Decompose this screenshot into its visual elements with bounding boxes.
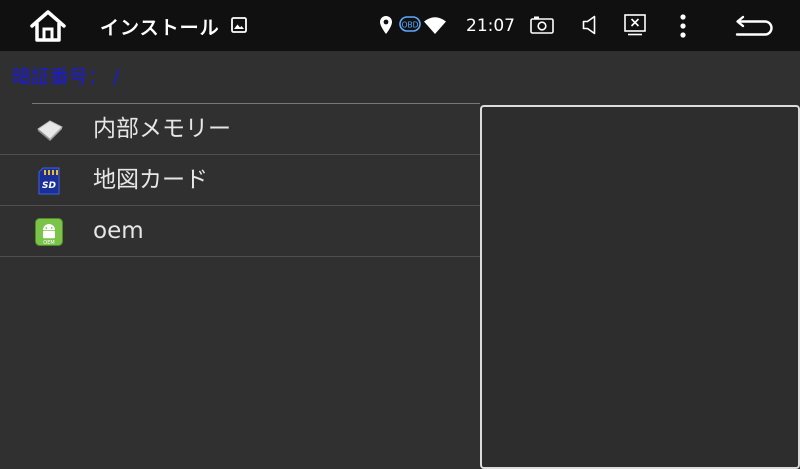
home-icon — [30, 10, 66, 42]
back-arrow-icon — [735, 15, 773, 36]
list-item-label: oem — [93, 218, 144, 244]
internal-memory-icon — [34, 115, 64, 145]
list-item-map-card[interactable]: SD 地図カード — [0, 155, 480, 206]
camera-icon — [530, 16, 554, 34]
screen-off-button[interactable] — [623, 13, 647, 37]
camera-button[interactable] — [529, 14, 555, 36]
sd-card-label: SD — [42, 181, 56, 191]
location-status — [379, 15, 393, 35]
sd-card-icon: SD — [34, 166, 64, 196]
path-label: 暗証番号： / — [12, 66, 120, 88]
android-oem-icon: OEM — [34, 217, 64, 247]
list-item-label: 内部メモリー — [93, 116, 231, 142]
more-vert-icon — [680, 14, 686, 38]
location-pin-icon — [380, 16, 392, 34]
list-item-label: 地図カード — [93, 167, 208, 193]
screen-off-icon — [624, 14, 646, 36]
app-title: インストール — [100, 16, 220, 39]
obd-icon: OBD — [399, 16, 421, 32]
volume-icon — [582, 15, 596, 35]
overflow-menu-button[interactable] — [677, 13, 689, 39]
list-item-oem[interactable]: OEM oem — [0, 206, 480, 257]
wifi-status — [424, 15, 446, 35]
volume-button[interactable] — [580, 14, 600, 36]
obd-status: OBD — [399, 15, 421, 33]
install-screen: インストール OBD 21:07 暗証番号： / 内部メモリー SD 地図カード… — [0, 0, 800, 469]
status-bar: インストール OBD 21:07 — [0, 0, 800, 51]
image-icon — [231, 17, 247, 33]
clock: 21:07 — [466, 16, 515, 36]
storage-list: 内部メモリー SD 地図カード OEM oem — [0, 104, 480, 257]
list-item-internal-memory[interactable]: 内部メモリー — [0, 104, 480, 155]
preview-panel — [480, 105, 800, 469]
obd-label: OBD — [402, 21, 419, 30]
home-button[interactable] — [28, 8, 68, 44]
oem-badge-label: OEM — [43, 240, 54, 246]
wifi-icon — [424, 17, 446, 34]
back-button[interactable] — [734, 13, 774, 39]
gallery-notification — [231, 16, 247, 34]
